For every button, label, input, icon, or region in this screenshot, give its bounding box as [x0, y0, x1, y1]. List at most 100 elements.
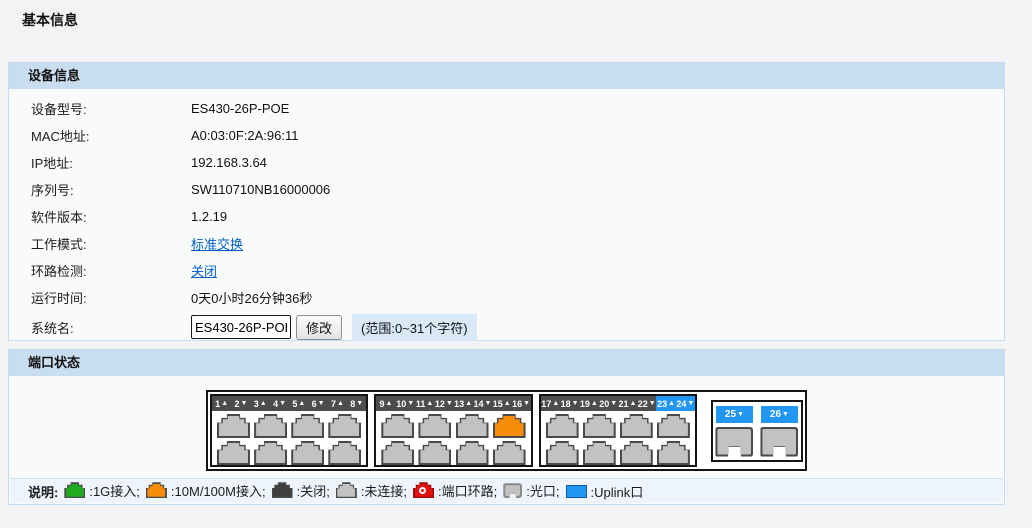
- port-15[interactable]: [493, 414, 526, 438]
- modify-button[interactable]: 修改: [296, 315, 342, 340]
- port-header-1: 1▲: [212, 396, 231, 411]
- legend-label: :10M/100M接入;: [171, 481, 266, 500]
- legend-items: :1G接入; :10M/100M接入; :关闭; :未连接; :端口环路; :光口; :Up…: [64, 481, 649, 502]
- field-label: MAC地址:: [31, 126, 191, 145]
- port-header-23: 23▲: [656, 396, 675, 411]
- port-9[interactable]: [381, 414, 414, 438]
- sfp-column: 25▼: [715, 406, 753, 460]
- port-25[interactable]: [715, 427, 753, 457]
- port-17[interactable]: [546, 414, 579, 438]
- port-direction-arrow: ▲: [260, 400, 267, 407]
- port-header-12: 12▼: [434, 396, 453, 411]
- field-label: 运行时间:: [31, 288, 191, 307]
- legend-item: :关闭;: [272, 481, 330, 500]
- field-label: 环路检测:: [31, 261, 191, 280]
- loop-arrow-glyph: [419, 487, 426, 494]
- port-direction-arrow: ▲: [668, 400, 675, 407]
- legend-label: :未连接;: [361, 481, 407, 500]
- port-21[interactable]: [620, 414, 653, 438]
- port-22[interactable]: [620, 441, 653, 465]
- legend-label: :关闭;: [297, 481, 330, 500]
- device-row-mac: MAC地址: A0:03:0F:2A:96:11: [9, 122, 1004, 149]
- port-6[interactable]: [291, 441, 324, 465]
- port-direction-arrow: ▼: [523, 400, 530, 407]
- legend-label: :1G接入;: [89, 481, 140, 500]
- port-header-10: 10▼: [396, 396, 415, 411]
- port-14[interactable]: [456, 441, 489, 465]
- port-7[interactable]: [328, 414, 361, 438]
- port-group-1: 1▲2▼3▲4▼5▲6▼7▲8▼: [210, 394, 368, 467]
- port-26[interactable]: [760, 427, 798, 457]
- port-3[interactable]: [254, 414, 287, 438]
- port-group-header: 17▲18▼19▲20▼21▲22▼23▲24▼: [541, 396, 695, 411]
- port-direction-arrow: ▲: [298, 400, 305, 407]
- port-18[interactable]: [546, 441, 579, 465]
- port-header-8: 8▼: [347, 396, 366, 411]
- disabled-port-icon: [272, 482, 293, 498]
- port-direction-arrow: ▲: [591, 400, 598, 407]
- port-header-19: 19▲: [579, 396, 598, 411]
- port-direction-arrow: ▲: [221, 400, 228, 407]
- system-name-input[interactable]: [191, 315, 291, 339]
- port-direction-arrow: ▲: [386, 400, 393, 407]
- device-row-firmware: 软件版本: 1.2.19: [9, 203, 1004, 230]
- port-direction-arrow: ▼: [446, 400, 453, 407]
- port-8[interactable]: [328, 441, 361, 465]
- port-direction-arrow: ▲: [504, 400, 511, 407]
- port-1[interactable]: [217, 414, 250, 438]
- port-2[interactable]: [217, 441, 250, 465]
- unconnected-port-icon: [336, 482, 357, 498]
- port-direction-arrow: ▼: [279, 400, 286, 407]
- field-label: 软件版本:: [31, 207, 191, 226]
- port-direction-arrow: ▼: [610, 400, 617, 407]
- legend-item: :Uplink口: [566, 482, 644, 501]
- port-13[interactable]: [456, 414, 489, 438]
- port-direction-arrow: ▲: [337, 400, 344, 407]
- work-mode-link[interactable]: 标准交换: [191, 234, 243, 253]
- field-label: 序列号:: [31, 180, 191, 199]
- device-row-ip: IP地址: 192.168.3.64: [9, 149, 1004, 176]
- port-4[interactable]: [254, 441, 287, 465]
- port-direction-arrow: ▲: [465, 400, 472, 407]
- legend-item: :未连接;: [336, 481, 407, 500]
- port-10[interactable]: [381, 441, 414, 465]
- port-header-7: 7▲: [328, 396, 347, 411]
- sfp-port-group: 25▼26▼: [711, 400, 803, 462]
- port-direction-arrow: ▼: [484, 400, 491, 407]
- port-group-header: 1▲2▼3▲4▼5▲6▼7▲8▼: [212, 396, 366, 411]
- port-5[interactable]: [291, 414, 324, 438]
- legend-label: :端口环路;: [438, 481, 497, 500]
- device-row-uptime: 运行时间: 0天0小时26分钟36秒: [9, 284, 1004, 311]
- port-11[interactable]: [418, 414, 451, 438]
- port-23[interactable]: [657, 414, 690, 438]
- legend-label: :Uplink口: [591, 482, 644, 501]
- loop-detect-link[interactable]: 关闭: [191, 261, 217, 280]
- orange-port-icon: [146, 482, 167, 498]
- port-20[interactable]: [583, 441, 616, 465]
- field-label: 系统名:: [31, 318, 191, 337]
- port-row-bottom: [541, 441, 695, 465]
- legend-item: :10M/100M接入;: [146, 481, 266, 500]
- port-header-18: 18▼: [560, 396, 579, 411]
- port-12[interactable]: [418, 441, 451, 465]
- port-16[interactable]: [493, 441, 526, 465]
- port-diagram: 1▲2▼3▲4▼5▲6▼7▲8▼9▲10▼11▲12▼13▲14▼15▲16▼1…: [206, 390, 807, 471]
- port-24[interactable]: [657, 441, 690, 465]
- port-header-15: 15▲: [492, 396, 511, 411]
- port-group-header: 9▲10▼11▲12▼13▲14▼15▲16▼: [376, 396, 530, 411]
- port-direction-arrow: ▼: [407, 400, 414, 407]
- device-row-sysname: 系统名: 修改 (范围:0~31个字符): [9, 311, 1004, 343]
- port-header-4: 4▼: [270, 396, 289, 411]
- legend-item: :1G接入;: [64, 481, 140, 500]
- port-row-bottom: [212, 441, 366, 465]
- port-group-2: 9▲10▼11▲12▼13▲14▼15▲16▼: [374, 394, 532, 467]
- port-19[interactable]: [583, 414, 616, 438]
- port-header-6: 6▼: [308, 396, 327, 411]
- range-hint: (范围:0~31个字符): [352, 314, 477, 341]
- device-row-loopdetect: 环路检测: 关闭: [9, 257, 1004, 284]
- port-header-25: 25▼: [716, 406, 753, 423]
- port-header-9: 9▲: [376, 396, 395, 411]
- loop-port-icon: [413, 482, 434, 498]
- field-value: A0:03:0F:2A:96:11: [191, 128, 298, 143]
- legend-label: :光口;: [526, 481, 559, 500]
